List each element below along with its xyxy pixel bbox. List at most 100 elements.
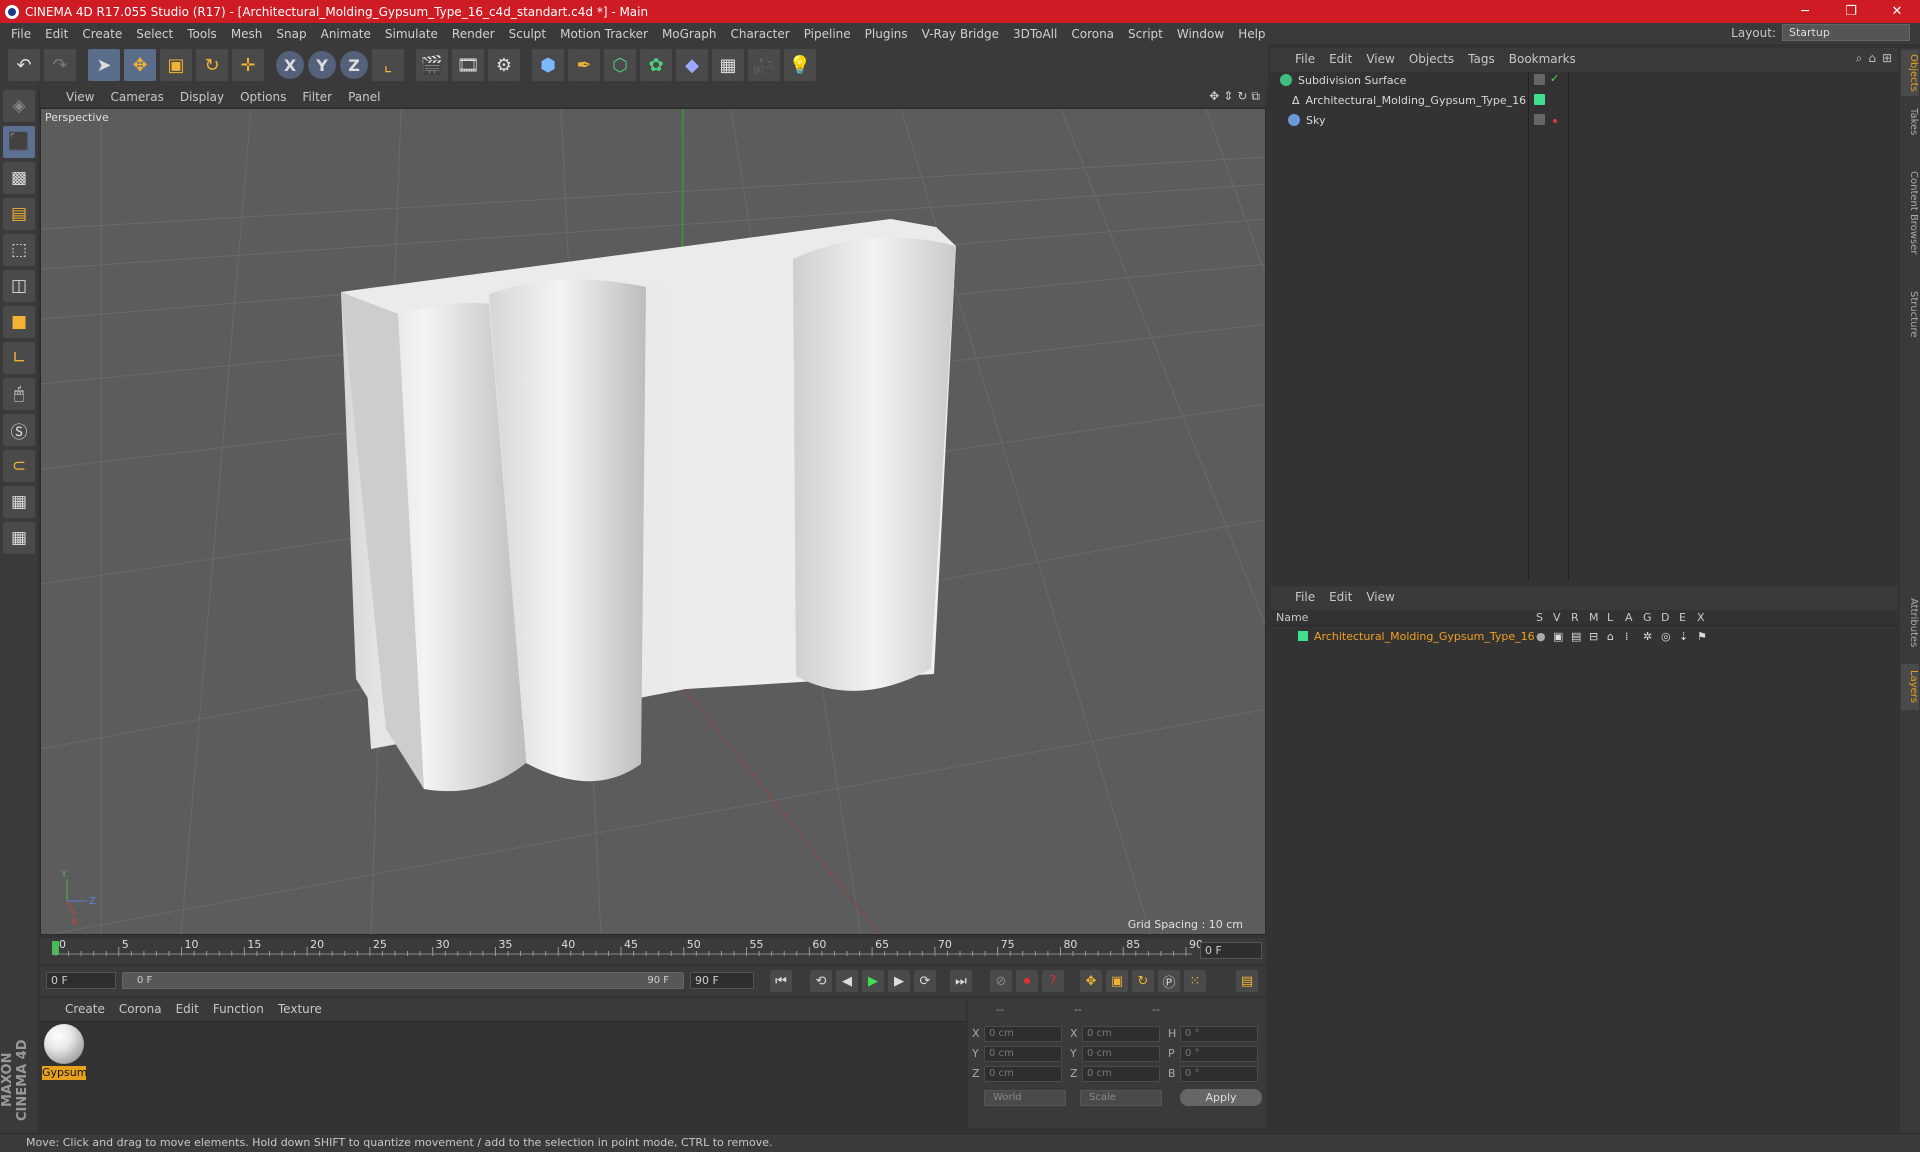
make-editable-icon[interactable]: ◈ — [3, 90, 35, 122]
menu-create[interactable]: Create — [75, 27, 129, 41]
layer-solo-icon[interactable]: ● — [1536, 630, 1546, 643]
menu-corona[interactable]: Corona — [1064, 27, 1121, 41]
texture-mode-icon[interactable]: ▩ — [3, 162, 35, 194]
size-z-field[interactable]: 0 cm — [1082, 1065, 1160, 1082]
tab-content-browser[interactable]: Content Browser — [1901, 148, 1919, 278]
record-keyframe-icon[interactable]: ⏺ — [1016, 970, 1038, 992]
material-menu-function[interactable]: Function — [206, 1002, 271, 1016]
layer-expression-icon[interactable]: ⇣ — [1679, 630, 1688, 643]
motion-record-icon[interactable]: ⊘ — [990, 970, 1012, 992]
menu-edit[interactable]: Edit — [38, 27, 75, 41]
key-parameter-icon[interactable]: Ⓟ — [1158, 970, 1180, 992]
menu-plugins[interactable]: Plugins — [858, 27, 915, 41]
menu-animate[interactable]: Animate — [314, 27, 378, 41]
key-scale-icon[interactable]: ▣ — [1106, 970, 1128, 992]
minimize-button[interactable]: ─ — [1782, 0, 1828, 23]
x-axis-icon[interactable]: X — [276, 51, 304, 79]
layer-lock-icon[interactable]: ⌂ — [1607, 630, 1614, 643]
enabled-check-icon[interactable]: ✓ — [1550, 72, 1559, 85]
y-axis-icon[interactable]: Y — [308, 51, 336, 79]
size-x-field[interactable]: 0 cm — [1082, 1025, 1160, 1042]
light-icon[interactable]: 💡 — [784, 49, 816, 81]
viewport-menu-view[interactable]: View — [58, 90, 102, 104]
workplane-mode-icon[interactable]: ▤ — [3, 198, 35, 230]
snap-magnet-icon[interactable]: ⊂ — [3, 450, 35, 482]
position-y-field[interactable]: 0 cm — [984, 1045, 1062, 1062]
layer-row[interactable]: Architectural_Molding_Gypsum_Type_16 ● ▣… — [1270, 627, 1898, 645]
menu-file[interactable]: File — [4, 27, 38, 41]
previous-keyframe-icon[interactable]: ⟲ — [810, 970, 832, 992]
rotation-p-field[interactable]: 0 ° — [1180, 1045, 1258, 1062]
menu-sculpt[interactable]: Sculpt — [502, 27, 553, 41]
layer-deformer-icon[interactable]: ◎ — [1661, 630, 1671, 643]
menu-vray-bridge[interactable]: V-Ray Bridge — [915, 27, 1006, 41]
solo-mode-icon[interactable]: Ⓢ — [3, 414, 35, 446]
restore-button[interactable]: ❐ — [1828, 0, 1874, 23]
objects-menu-file[interactable]: File — [1288, 52, 1322, 66]
objects-menu-edit[interactable]: Edit — [1322, 52, 1359, 66]
menu-render[interactable]: Render — [445, 27, 502, 41]
start-frame-field[interactable]: 0 F — [46, 972, 116, 989]
layer-tag-icon[interactable] — [1534, 74, 1545, 85]
mograph-cloner-icon[interactable]: ✿ — [640, 49, 672, 81]
previous-frame-icon[interactable]: ◀ — [836, 970, 858, 992]
menu-window[interactable]: Window — [1170, 27, 1231, 41]
menu-3dtoall[interactable]: 3DToAll — [1006, 27, 1064, 41]
menu-help[interactable]: Help — [1231, 27, 1272, 41]
menu-character[interactable]: Character — [723, 27, 796, 41]
rotation-h-field[interactable]: 0 ° — [1180, 1025, 1258, 1042]
tweak-mode-icon[interactable]: 🖱 — [3, 378, 35, 410]
objects-menu-view[interactable]: View — [1359, 52, 1401, 66]
maximize-view-icon[interactable]: ⧉ — [1251, 89, 1260, 104]
planar-workplane-icon[interactable]: ▦ — [3, 522, 35, 554]
viewport-menu-cameras[interactable]: Cameras — [102, 90, 171, 104]
menu-mesh[interactable]: Mesh — [224, 27, 270, 41]
pan-icon[interactable]: ✥ — [1209, 89, 1219, 104]
menu-simulate[interactable]: Simulate — [378, 27, 445, 41]
rotation-b-field[interactable]: 0 ° — [1180, 1065, 1258, 1082]
end-frame-field[interactable]: 90 F — [690, 972, 754, 989]
material-menu-edit[interactable]: Edit — [169, 1002, 206, 1016]
next-keyframe-icon[interactable]: ⟳ — [914, 970, 936, 992]
perspective-viewport[interactable]: Y Z X Perspective Grid Spacing : 10 cm — [40, 108, 1266, 935]
home-icon[interactable]: ⌂ — [1868, 51, 1876, 66]
layer-visible-icon[interactable]: ▣ — [1553, 630, 1563, 643]
cube-primitive-icon[interactable]: ⬢ — [532, 49, 564, 81]
live-select-icon[interactable]: ✛ — [232, 49, 264, 81]
lock-workplane-icon[interactable]: ▦ — [3, 486, 35, 518]
rotate-tool-icon[interactable]: ↻ — [196, 49, 228, 81]
menu-motion-tracker[interactable]: Motion Tracker — [553, 27, 655, 41]
layer-animation-icon[interactable]: ⁞ — [1625, 630, 1629, 643]
menu-tools[interactable]: Tools — [180, 27, 224, 41]
scale-tool-icon[interactable]: ▣ — [160, 49, 192, 81]
layer-xref-icon[interactable]: ⚑ — [1697, 630, 1707, 643]
render-view-icon[interactable]: 🎬 — [416, 49, 448, 81]
object-row-sky[interactable]: Sky — [1270, 110, 1898, 130]
key-rotation-icon[interactable]: ↻ — [1132, 970, 1154, 992]
viewport-menu-options[interactable]: Options — [232, 90, 294, 104]
object-row-molding[interactable]: Δ Architectural_Molding_Gypsum_Type_16 — [1270, 90, 1898, 110]
deformer-icon[interactable]: ◆ — [676, 49, 708, 81]
viewport-menu-panel[interactable]: Panel — [340, 90, 388, 104]
viewport-menu-filter[interactable]: Filter — [294, 90, 340, 104]
tab-layers[interactable]: Layers — [1901, 664, 1919, 710]
objects-menu-bookmarks[interactable]: Bookmarks — [1502, 52, 1583, 66]
polygons-mode-icon[interactable]: ■ — [3, 306, 35, 338]
tab-attributes[interactable]: Attributes — [1901, 588, 1919, 658]
go-to-start-icon[interactable]: ⏮ — [770, 970, 792, 992]
layer-color-swatch[interactable] — [1298, 631, 1308, 641]
edges-mode-icon[interactable]: ◫ — [3, 270, 35, 302]
menu-script[interactable]: Script — [1121, 27, 1170, 41]
material-item[interactable]: Gypsum — [42, 1024, 87, 1080]
tab-objects[interactable]: Objects — [1901, 50, 1919, 96]
coordinate-system-icon[interactable]: ⌞ — [372, 49, 404, 81]
size-y-field[interactable]: 0 cm — [1082, 1045, 1160, 1062]
material-menu-create[interactable]: Create — [58, 1002, 112, 1016]
z-axis-icon[interactable]: Z — [340, 51, 368, 79]
layer-manager-icon[interactable]: ⊟ — [1589, 630, 1598, 643]
position-x-field[interactable]: 0 cm — [984, 1025, 1062, 1042]
layers-menu-view[interactable]: View — [1359, 590, 1401, 604]
layer-render-icon[interactable]: ▤ — [1571, 630, 1581, 643]
new-window-icon[interactable]: ⊞ — [1882, 51, 1892, 66]
close-button[interactable]: ✕ — [1874, 0, 1920, 23]
